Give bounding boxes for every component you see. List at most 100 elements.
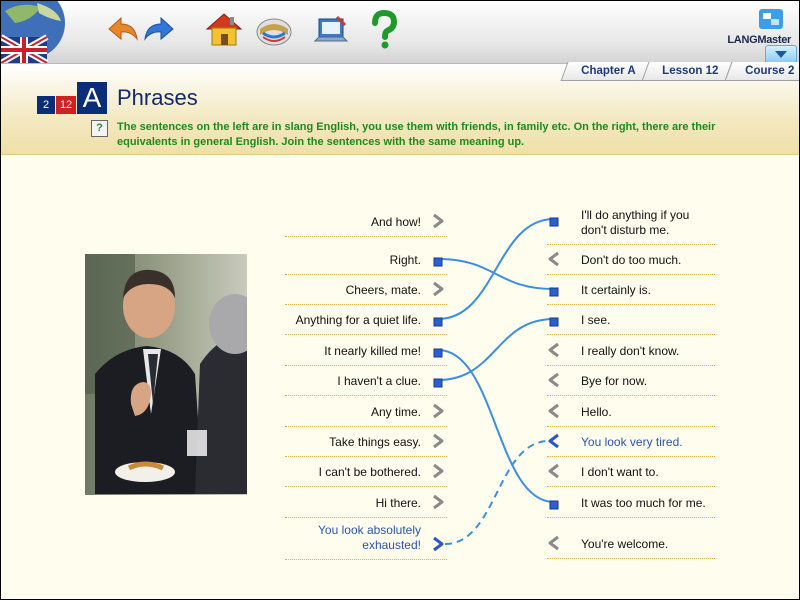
left-phrase-row[interactable]: Any time. (285, 396, 447, 427)
home-button[interactable] (203, 9, 245, 51)
toolbar: LANGMaster (1, 1, 799, 64)
right-phrase-row[interactable]: I don't want to. (547, 456, 715, 487)
left-phrase-row[interactable]: Hi there. (285, 487, 447, 518)
badge-chapter: A (77, 82, 107, 114)
connector-square-icon[interactable] (549, 214, 559, 232)
connection-line (437, 218, 555, 320)
connector-square-icon[interactable] (549, 497, 559, 515)
conversation-photo (85, 254, 261, 495)
right-phrase-text: It was too much for me. (581, 496, 706, 510)
globe-flag-icon (1, 1, 93, 63)
forward-button[interactable] (139, 9, 181, 51)
left-phrase-text: Cheers, mate. (345, 283, 421, 297)
notebook-icon (313, 15, 349, 42)
arrow-right-icon[interactable] (431, 213, 445, 234)
arrow-right-icon[interactable] (431, 463, 445, 484)
menu-toggle-button[interactable] (765, 45, 797, 63)
langmaster-logo-icon (759, 9, 783, 29)
right-phrase-text: You're welcome. (581, 537, 669, 551)
help-button[interactable] (363, 9, 405, 51)
left-phrase-row[interactable]: And how! (285, 206, 447, 237)
dictionary-icon (256, 18, 292, 46)
right-phrase-row[interactable]: You're welcome. (547, 528, 715, 559)
right-phrase-row[interactable]: Bye for now. (547, 365, 715, 396)
notebook-button[interactable] (311, 9, 353, 51)
left-phrase-row[interactable]: I can't be bothered. (285, 456, 447, 487)
left-phrase-row[interactable]: Right. (285, 244, 447, 275)
right-phrase-text: You look very tired. (581, 435, 683, 449)
left-phrase-text: It nearly killed me! (324, 344, 421, 358)
home-icon (205, 13, 243, 46)
arrow-left-icon[interactable] (547, 251, 561, 272)
chevron-down-icon (775, 51, 787, 58)
connector-square-icon[interactable] (433, 345, 443, 363)
arrow-right-icon[interactable] (431, 403, 445, 424)
left-phrase-row[interactable]: It nearly killed me! (285, 335, 447, 366)
arrow-left-icon[interactable] (547, 463, 561, 484)
arrow-left-icon[interactable] (547, 403, 561, 424)
arrow-right-icon[interactable] (431, 433, 445, 454)
arrow-left-icon[interactable] (547, 372, 561, 393)
right-phrase-row[interactable]: It certainly is. (547, 274, 715, 305)
tab-course[interactable]: Course 2 (724, 62, 799, 81)
right-phrase-row[interactable]: Hello. (547, 396, 715, 427)
arrow-left-icon[interactable] (547, 433, 561, 454)
left-phrase-text: Take things easy. (329, 435, 421, 449)
arrow-right-icon[interactable] (431, 494, 445, 515)
connection-line (437, 318, 555, 381)
right-phrase-text: Don't do too much. (581, 253, 682, 267)
right-phrase-text: It certainly is. (581, 283, 652, 297)
right-phrase-row[interactable]: Don't do too much. (547, 244, 715, 275)
left-phrase-text: Any time. (370, 405, 421, 419)
right-phrase-text: I don't want to. (581, 465, 659, 479)
left-phrase-row[interactable]: Anything for a quiet life. (285, 304, 447, 335)
tab-chapter[interactable]: Chapter A (561, 62, 651, 81)
left-phrase-text: I haven't a clue. (337, 374, 421, 388)
question-mark-icon (372, 9, 398, 49)
right-phrase-text: I see. (581, 313, 611, 327)
left-phrase-text: And how! (370, 215, 421, 229)
back-arrow-icon (108, 16, 138, 41)
lesson-header: Chapter A Lesson 12 Course 2 2 12 A Phra… (1, 62, 799, 155)
connector-square-icon[interactable] (433, 314, 443, 332)
left-phrase-text: You look absolutely exhausted! (318, 523, 421, 552)
badge-lesson: 12 (56, 96, 76, 114)
tab-lesson[interactable]: Lesson 12 (641, 62, 733, 81)
badge-course: 2 (37, 96, 55, 114)
arrow-right-icon[interactable] (431, 536, 445, 557)
left-phrase-row[interactable]: I haven't a clue. (285, 365, 447, 396)
right-phrase-row[interactable]: I'll do anything if you don't disturb me… (547, 204, 715, 245)
left-phrase-text: Anything for a quiet life. (295, 313, 421, 327)
left-phrase-row[interactable]: Take things easy. (285, 426, 447, 457)
right-phrase-text: Hello. (581, 405, 612, 419)
connector-square-icon[interactable] (549, 284, 559, 302)
right-phrase-row[interactable]: It was too much for me. (547, 487, 715, 518)
left-phrase-text: Right. (389, 253, 421, 267)
connector-square-icon[interactable] (433, 375, 443, 393)
right-phrase-row[interactable]: I see. (547, 304, 715, 335)
arrow-right-icon[interactable] (431, 281, 445, 302)
connection-line (444, 440, 550, 545)
left-phrase-text: Hi there. (375, 496, 421, 510)
right-phrase-row[interactable]: You look very tired. (547, 426, 715, 457)
connection-line (437, 349, 555, 503)
arrow-left-icon[interactable] (547, 342, 561, 363)
arrow-left-icon[interactable] (547, 535, 561, 556)
forward-arrow-icon (144, 16, 174, 41)
connection-line (437, 258, 555, 290)
connector-square-icon[interactable] (433, 254, 443, 272)
page-title: Phrases (117, 85, 198, 110)
right-phrase-row[interactable]: I really don't know. (547, 335, 715, 366)
dictionary-button[interactable] (253, 9, 295, 51)
left-phrase-row[interactable]: You look absolutely exhausted! (285, 517, 447, 560)
help-icon[interactable]: ? (91, 120, 108, 137)
left-phrase-text: I can't be bothered. (318, 465, 421, 479)
instructions: The sentences on the left are in slang E… (117, 121, 716, 148)
left-phrase-row[interactable]: Cheers, mate. (285, 274, 447, 305)
right-phrase-text: I'll do anything if you don't disturb me… (581, 208, 690, 237)
right-phrase-text: I really don't know. (581, 344, 680, 358)
back-button[interactable] (101, 9, 143, 51)
app-window: LANGMaster Chapter A Lesson 12 Course 2 … (0, 0, 800, 600)
right-phrase-text: Bye for now. (581, 374, 648, 388)
connector-square-icon[interactable] (549, 314, 559, 332)
